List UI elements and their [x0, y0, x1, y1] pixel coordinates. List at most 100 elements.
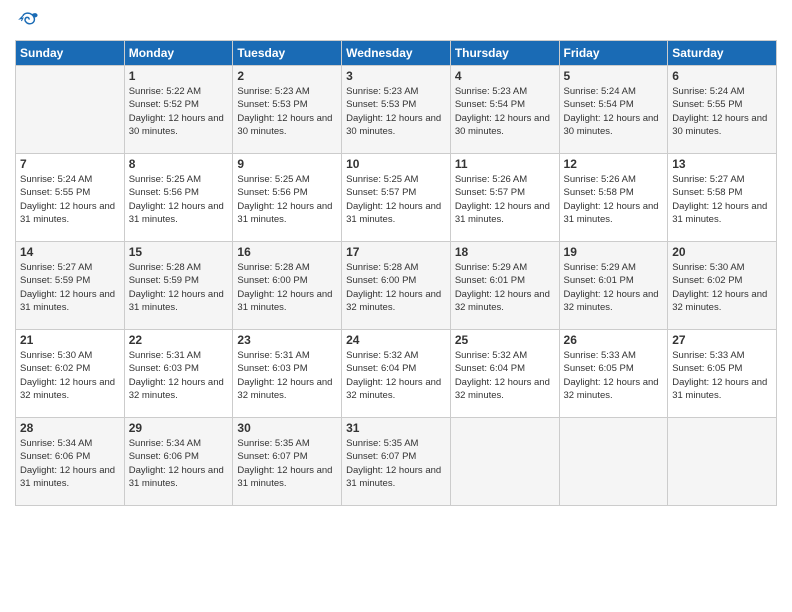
week-row-4: 21 Sunrise: 5:30 AM Sunset: 6:02 PM Dayli… [16, 330, 777, 418]
calendar-cell: 23 Sunrise: 5:31 AM Sunset: 6:03 PM Dayli… [233, 330, 342, 418]
day-number: 29 [129, 421, 229, 435]
day-info: Sunrise: 5:28 AM Sunset: 5:59 PM Dayligh… [129, 261, 229, 314]
day-info: Sunrise: 5:35 AM Sunset: 6:07 PM Dayligh… [237, 437, 337, 490]
day-info: Sunrise: 5:22 AM Sunset: 5:52 PM Dayligh… [129, 85, 229, 138]
day-number: 27 [672, 333, 772, 347]
calendar-cell: 6 Sunrise: 5:24 AM Sunset: 5:55 PM Daylig… [668, 66, 777, 154]
page: SundayMondayTuesdayWednesdayThursdayFrid… [0, 0, 792, 612]
calendar-cell: 29 Sunrise: 5:34 AM Sunset: 6:06 PM Dayli… [124, 418, 233, 506]
calendar-cell: 31Sunrise: 5:35 AM Sunset: 6:07 PM Dayli… [342, 418, 451, 506]
calendar-cell [16, 66, 125, 154]
calendar-cell: 11 Sunrise: 5:26 AM Sunset: 5:57 PM Dayli… [450, 154, 559, 242]
calendar-cell [450, 418, 559, 506]
day-number: 30 [237, 421, 337, 435]
calendar-table: SundayMondayTuesdayWednesdayThursdayFrid… [15, 40, 777, 506]
day-header-saturday: Saturday [668, 41, 777, 66]
week-row-1: 1 Sunrise: 5:22 AM Sunset: 5:52 PM Daylig… [16, 66, 777, 154]
day-header-monday: Monday [124, 41, 233, 66]
day-info: Sunrise: 5:23 AM Sunset: 5:54 PM Dayligh… [455, 85, 555, 138]
day-info: Sunrise: 5:30 AM Sunset: 6:02 PM Dayligh… [20, 349, 120, 402]
day-info: Sunrise: 5:31 AM Sunset: 6:03 PM Dayligh… [129, 349, 229, 402]
calendar-cell: 19 Sunrise: 5:29 AM Sunset: 6:01 PM Dayli… [559, 242, 668, 330]
day-number: 14 [20, 245, 120, 259]
calendar-cell: 21 Sunrise: 5:30 AM Sunset: 6:02 PM Dayli… [16, 330, 125, 418]
day-info: Sunrise: 5:24 AM Sunset: 5:54 PM Dayligh… [564, 85, 664, 138]
calendar-cell: 10 Sunrise: 5:25 AM Sunset: 5:57 PM Dayli… [342, 154, 451, 242]
day-number: 12 [564, 157, 664, 171]
day-info: Sunrise: 5:34 AM Sunset: 6:06 PM Dayligh… [129, 437, 229, 490]
calendar-cell: 24 Sunrise: 5:32 AM Sunset: 6:04 PM Dayli… [342, 330, 451, 418]
day-number: 24 [346, 333, 446, 347]
calendar-cell: 18Sunrise: 5:29 AM Sunset: 6:01 PM Dayli… [450, 242, 559, 330]
day-info: Sunrise: 5:34 AM Sunset: 6:06 PM Dayligh… [20, 437, 120, 490]
day-number: 9 [237, 157, 337, 171]
day-number: 3 [346, 69, 446, 83]
day-info: Sunrise: 5:27 AM Sunset: 5:59 PM Dayligh… [20, 261, 120, 314]
calendar-cell: 14 Sunrise: 5:27 AM Sunset: 5:59 PM Dayli… [16, 242, 125, 330]
calendar-cell [668, 418, 777, 506]
calendar-cell: 20Sunrise: 5:30 AM Sunset: 6:02 PM Dayli… [668, 242, 777, 330]
day-number: 25 [455, 333, 555, 347]
day-info: Sunrise: 5:31 AM Sunset: 6:03 PM Dayligh… [237, 349, 337, 402]
calendar-cell: 30 Sunrise: 5:35 AM Sunset: 6:07 PM Dayli… [233, 418, 342, 506]
day-number: 10 [346, 157, 446, 171]
day-info: Sunrise: 5:33 AM Sunset: 6:05 PM Dayligh… [672, 349, 772, 402]
day-number: 7 [20, 157, 120, 171]
day-info: Sunrise: 5:25 AM Sunset: 5:56 PM Dayligh… [237, 173, 337, 226]
calendar-cell: 9 Sunrise: 5:25 AM Sunset: 5:56 PM Daylig… [233, 154, 342, 242]
day-info: Sunrise: 5:28 AM Sunset: 6:00 PM Dayligh… [237, 261, 337, 314]
calendar-cell: 22 Sunrise: 5:31 AM Sunset: 6:03 PM Dayli… [124, 330, 233, 418]
day-number: 1 [129, 69, 229, 83]
day-header-sunday: Sunday [16, 41, 125, 66]
day-info: Sunrise: 5:29 AM Sunset: 6:01 PM Dayligh… [564, 261, 664, 314]
day-number: 26 [564, 333, 664, 347]
calendar-cell: 12 Sunrise: 5:26 AM Sunset: 5:58 PM Dayli… [559, 154, 668, 242]
calendar-cell: 7Sunrise: 5:24 AM Sunset: 5:55 PM Daylig… [16, 154, 125, 242]
week-row-2: 7Sunrise: 5:24 AM Sunset: 5:55 PM Daylig… [16, 154, 777, 242]
day-info: Sunrise: 5:32 AM Sunset: 6:04 PM Dayligh… [346, 349, 446, 402]
logo [15, 10, 41, 32]
day-header-tuesday: Tuesday [233, 41, 342, 66]
day-number: 22 [129, 333, 229, 347]
calendar-cell: 2 Sunrise: 5:23 AM Sunset: 5:53 PM Daylig… [233, 66, 342, 154]
calendar-cell: 8 Sunrise: 5:25 AM Sunset: 5:56 PM Daylig… [124, 154, 233, 242]
day-header-wednesday: Wednesday [342, 41, 451, 66]
day-info: Sunrise: 5:25 AM Sunset: 5:57 PM Dayligh… [346, 173, 446, 226]
day-info: Sunrise: 5:29 AM Sunset: 6:01 PM Dayligh… [455, 261, 555, 314]
day-info: Sunrise: 5:30 AM Sunset: 6:02 PM Dayligh… [672, 261, 772, 314]
calendar-cell: 16 Sunrise: 5:28 AM Sunset: 6:00 PM Dayli… [233, 242, 342, 330]
day-info: Sunrise: 5:23 AM Sunset: 5:53 PM Dayligh… [346, 85, 446, 138]
day-number: 21 [20, 333, 120, 347]
day-info: Sunrise: 5:26 AM Sunset: 5:58 PM Dayligh… [564, 173, 664, 226]
day-info: Sunrise: 5:27 AM Sunset: 5:58 PM Dayligh… [672, 173, 772, 226]
day-number: 23 [237, 333, 337, 347]
day-number: 4 [455, 69, 555, 83]
day-number: 8 [129, 157, 229, 171]
day-number: 17 [346, 245, 446, 259]
day-info: Sunrise: 5:25 AM Sunset: 5:56 PM Dayligh… [129, 173, 229, 226]
day-info: Sunrise: 5:28 AM Sunset: 6:00 PM Dayligh… [346, 261, 446, 314]
day-number: 19 [564, 245, 664, 259]
day-number: 2 [237, 69, 337, 83]
calendar-cell: 4 Sunrise: 5:23 AM Sunset: 5:54 PM Daylig… [450, 66, 559, 154]
calendar-cell: 25Sunrise: 5:32 AM Sunset: 6:04 PM Dayli… [450, 330, 559, 418]
day-number: 16 [237, 245, 337, 259]
day-info: Sunrise: 5:24 AM Sunset: 5:55 PM Dayligh… [672, 85, 772, 138]
day-info: Sunrise: 5:26 AM Sunset: 5:57 PM Dayligh… [455, 173, 555, 226]
week-row-5: 28Sunrise: 5:34 AM Sunset: 6:06 PM Dayli… [16, 418, 777, 506]
day-number: 13 [672, 157, 772, 171]
calendar-cell: 1 Sunrise: 5:22 AM Sunset: 5:52 PM Daylig… [124, 66, 233, 154]
day-number: 15 [129, 245, 229, 259]
calendar-cell: 17 Sunrise: 5:28 AM Sunset: 6:00 PM Dayli… [342, 242, 451, 330]
day-number: 6 [672, 69, 772, 83]
day-number: 11 [455, 157, 555, 171]
day-header-friday: Friday [559, 41, 668, 66]
day-info: Sunrise: 5:23 AM Sunset: 5:53 PM Dayligh… [237, 85, 337, 138]
logo-bird-icon [17, 10, 39, 32]
header-row: SundayMondayTuesdayWednesdayThursdayFrid… [16, 41, 777, 66]
day-info: Sunrise: 5:33 AM Sunset: 6:05 PM Dayligh… [564, 349, 664, 402]
calendar-cell: 28Sunrise: 5:34 AM Sunset: 6:06 PM Dayli… [16, 418, 125, 506]
header [15, 10, 777, 32]
day-number: 31 [346, 421, 446, 435]
calendar-cell: 27 Sunrise: 5:33 AM Sunset: 6:05 PM Dayli… [668, 330, 777, 418]
